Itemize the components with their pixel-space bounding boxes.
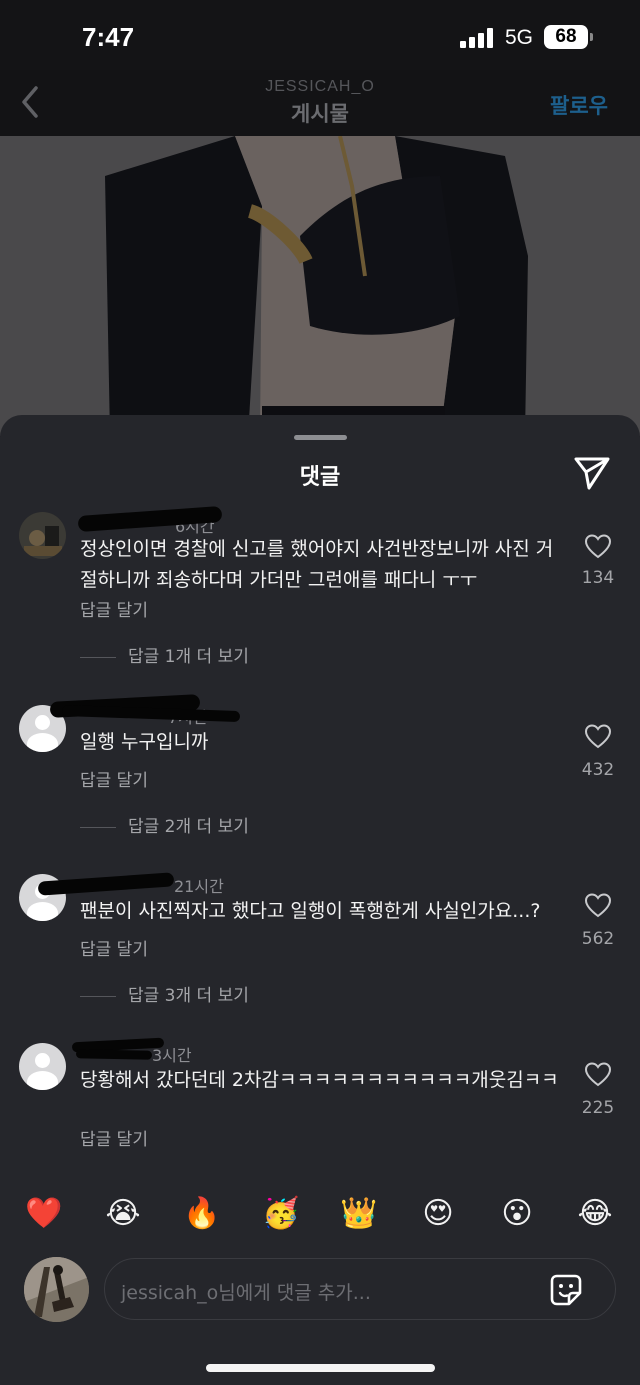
like-heart-icon[interactable] [584,533,612,559]
like-heart-icon[interactable] [584,1061,612,1087]
comment-input-row: jessicah_o님에게 댓글 추가... [0,1256,640,1322]
battery-tip [590,33,593,41]
like-count: 432 [581,760,615,780]
view-replies-button[interactable]: 답글 2개 더 보기 [80,812,249,837]
reply-button[interactable]: 답글 달기 [80,1125,148,1150]
sheet-title: 댓글 [299,465,341,490]
redaction-mark [75,1049,153,1060]
like-count: 134 [581,568,615,588]
emoji-heart-eyes-button[interactable]: 😍 [416,1192,460,1236]
header-username: JESSICAH_O [265,78,375,95]
sticker-icon[interactable] [549,1273,583,1307]
divider [80,656,116,658]
redaction-mark [37,872,175,896]
comment-text: 정상인이면 경찰에 신고를 했어야지 사건반장보니까 사진 거절하니까 죄송하다… [80,538,554,591]
emoji-fire-button[interactable]: 🔥 [180,1192,224,1236]
view-replies-button[interactable]: 답글 3개 더 보기 [80,981,249,1006]
emoji-crying-button[interactable]: 😭 [101,1192,145,1236]
reply-button[interactable]: 답글 달기 [80,766,148,791]
comment-time: 3시간 [152,1046,192,1065]
post-header: JESSICAH_O 게시물 팔로우 [0,70,640,136]
like-heart-icon[interactable] [584,723,612,749]
battery-icon: 68 [544,25,588,49]
signal-icon [460,28,494,48]
network-label: 5G [505,26,534,49]
comment-item: 7시간 일행 누구입니까 답글 달기 답글 2개 더 보기 432 [0,694,640,846]
emoji-crown-button[interactable]: 👑 [337,1192,381,1236]
status-bar: 7:47 5G 68 [0,0,640,70]
my-avatar [24,1257,89,1322]
reply-button[interactable]: 답글 달기 [80,596,148,621]
like-heart-icon[interactable] [584,892,612,918]
home-indicator [206,1364,435,1372]
divider [80,995,116,997]
comment-text: 당황해서 갔다던데 2차감ㅋㅋㅋㅋㅋㅋㅋㅋㅋㅋㅋ개웃김ㅋㅋ [80,1069,559,1091]
comment-text: 팬분이 사진찍자고 했다고 일행이 폭행한게 사실인가요...? [80,900,541,922]
view-replies-button[interactable]: 답글 1개 더 보기 [80,642,249,667]
share-icon[interactable] [573,455,611,491]
comment-item: 21시간 팬분이 사진찍자고 했다고 일행이 폭행한게 사실인가요...? 답글… [0,865,640,1015]
reply-button[interactable]: 답글 달기 [80,935,148,960]
emoji-party-button[interactable]: 🥳 [259,1192,303,1236]
status-time: 7:47 [82,22,135,52]
view-replies-label: 답글 3개 더 보기 [128,986,249,1006]
post-image [0,136,640,436]
redaction-mark [61,704,241,723]
emoji-quick-bar: ❤️ 😭 🔥 🥳 👑 😍 😮 😂 [0,1192,640,1236]
page-title: 게시물 [291,102,349,126]
comment-text: 일행 누구입니까 [80,731,209,753]
comment-item: 3시간 당황해서 갔다던데 2차감ㅋㅋㅋㅋㅋㅋㅋㅋㅋㅋㅋ개웃김ㅋㅋ 답글 달기 … [0,1034,640,1164]
comment-item: 6시간 정상인이면 경찰에 신고를 했어야지 사건반장보니까 사진 거절하니까 … [0,505,640,675]
emoji-laughing-button[interactable]: 😂 [573,1192,617,1236]
emoji-surprised-button[interactable]: 😮 [495,1192,539,1236]
emoji-heart-button[interactable]: ❤️ [22,1192,66,1236]
comment-input-placeholder: jessicah_o님에게 댓글 추가... [121,1282,371,1304]
view-replies-label: 답글 2개 더 보기 [128,817,249,837]
follow-button[interactable]: 팔로우 [550,90,608,120]
comment-meta: 21시간 [174,873,224,897]
divider [80,826,116,828]
comment-input[interactable]: jessicah_o님에게 댓글 추가... [104,1258,616,1320]
comment-time: 21시간 [174,877,224,896]
avatar[interactable] [19,512,66,559]
like-count: 225 [581,1098,615,1118]
like-count: 562 [581,929,615,949]
avatar[interactable] [19,1043,66,1090]
drag-handle[interactable] [294,435,347,440]
view-replies-label: 답글 1개 더 보기 [128,647,249,667]
